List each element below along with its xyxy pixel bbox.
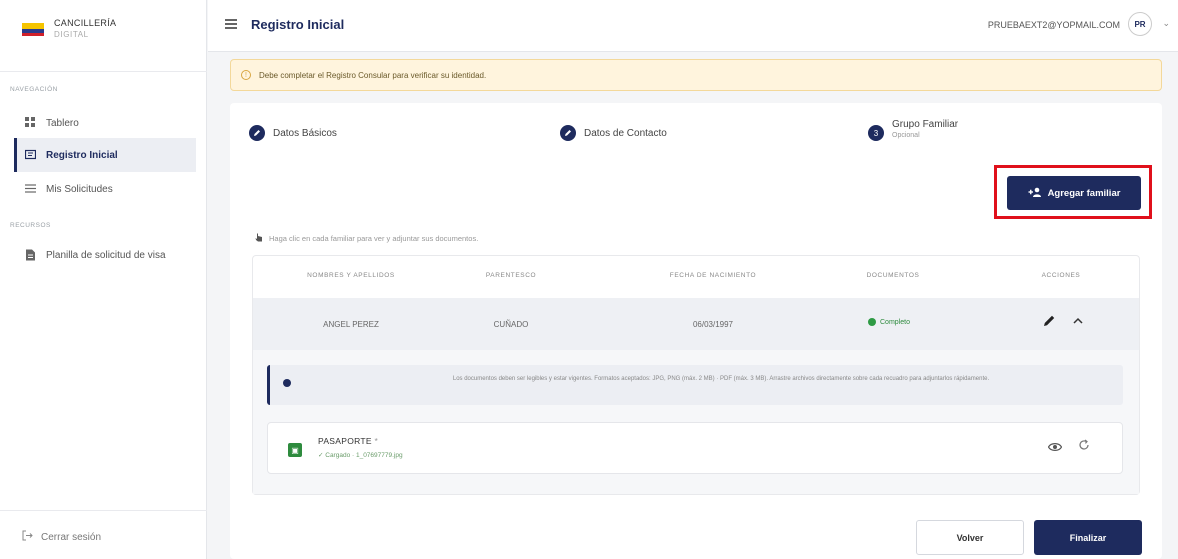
grid-icon xyxy=(24,117,36,129)
sidebar-item-label: Registro Inicial xyxy=(46,149,118,161)
info-icon xyxy=(283,379,291,387)
column-header: DOCUMENTOS xyxy=(866,272,920,279)
sidebar-item-label: Tablero xyxy=(46,117,79,129)
brand-title: CANCILLERÍA xyxy=(54,18,117,28)
required-mark: * xyxy=(374,436,379,446)
sidebar-item-mis-solicitudes[interactable]: Mis Solicitudes xyxy=(14,172,196,206)
logout-button[interactable]: Cerrar sesión xyxy=(22,530,101,544)
document-status: ✓ Cargado · 1_07697779.jpg xyxy=(318,452,403,459)
eye-icon[interactable] xyxy=(1047,441,1063,455)
user-email[interactable]: PRUEBAEXT2@YOPMAIL.COM xyxy=(988,20,1120,30)
add-person-icon xyxy=(1028,187,1042,200)
column-header: NOMBRES Y APELLIDOS xyxy=(307,272,395,279)
back-button[interactable]: Volver xyxy=(916,520,1024,555)
info-circle-icon: ! xyxy=(241,70,251,80)
brand-subtitle: DIGITAL xyxy=(54,30,89,39)
sidebar-divider xyxy=(0,71,207,72)
family-table: NOMBRES Y APELLIDOS PARENTESCO FECHA DE … xyxy=(252,255,1140,495)
hint-text: Haga clic en cada familiar para ver y ad… xyxy=(269,234,479,243)
avatar[interactable]: PR xyxy=(1128,12,1152,36)
sidebar-item-label: Mis Solicitudes xyxy=(46,183,113,195)
document-icon xyxy=(24,249,36,261)
flag-icon xyxy=(22,19,44,39)
menu-icon[interactable] xyxy=(225,19,237,29)
document-title-text: PASAPORTE xyxy=(318,436,372,446)
table-row[interactable]: ANGEL PEREZ CUÑADO 06/03/1997 Completo xyxy=(253,298,1139,350)
chevron-down-icon[interactable]: ⌄ xyxy=(1162,18,1170,29)
pencil-icon xyxy=(249,125,265,141)
step-label: Datos Básicos xyxy=(273,128,337,139)
alert-text: Debe completar el Registro Consular para… xyxy=(259,70,487,80)
status-text: Completo xyxy=(880,318,910,326)
info-banner: Los documentos deben ser legibles y esta… xyxy=(267,365,1123,405)
edit-icon[interactable] xyxy=(1043,314,1056,330)
step-label: Grupo Familiar xyxy=(892,119,959,130)
chevron-up-icon[interactable] xyxy=(1073,316,1083,327)
sidebar-bottom-divider xyxy=(0,510,207,511)
document-title: PASAPORTE * xyxy=(318,436,378,446)
resources-section-label: RECURSOS xyxy=(10,222,51,229)
sidebar-item-registro-inicial[interactable]: Registro Inicial xyxy=(14,138,196,172)
list-icon xyxy=(24,183,36,195)
step-datos-contacto[interactable]: Datos de Contacto xyxy=(560,125,667,141)
step-grupo-familiar[interactable]: 3 Grupo Familiar Opcional xyxy=(868,119,958,141)
sidebar-item-tablero[interactable]: Tablero xyxy=(14,106,196,140)
add-family-button[interactable]: Agregar familiar xyxy=(1007,176,1141,210)
column-header: ACCIONES xyxy=(1041,272,1081,279)
column-header: FECHA DE NACIMIENTO xyxy=(669,272,757,279)
column-header: PARENTESCO xyxy=(485,272,537,279)
nav-section-label: NAVEGACIÓN xyxy=(10,86,58,93)
table-header: NOMBRES Y APELLIDOS PARENTESCO FECHA DE … xyxy=(253,256,1139,298)
sidebar: CANCILLERÍA DIGITAL NAVEGACIÓN Tablero R… xyxy=(0,0,207,559)
table-hint: Haga clic en cada familiar para ver y ad… xyxy=(255,233,478,244)
finish-button[interactable]: Finalizar xyxy=(1034,520,1142,555)
step-number: 3 xyxy=(868,125,884,141)
step-datos-basicos[interactable]: Datos Básicos xyxy=(249,125,337,141)
replace-icon[interactable] xyxy=(1078,439,1090,454)
cell-relationship: CUÑADO xyxy=(493,320,529,329)
logout-icon xyxy=(22,530,33,544)
step-label: Datos de Contacto xyxy=(584,128,667,139)
pointer-icon xyxy=(255,233,263,244)
sidebar-item-label: Planilla de solicitud de visa xyxy=(46,249,166,261)
cell-name: ANGEL PEREZ xyxy=(323,320,379,329)
cell-birth-date: 06/03/1997 xyxy=(692,320,734,329)
id-card-icon xyxy=(24,149,36,161)
page-title: Registro Inicial xyxy=(251,17,345,32)
status-badge: Completo xyxy=(868,318,910,326)
row-details: Los documentos deben ser legibles y esta… xyxy=(253,350,1139,494)
document-card-pasaporte[interactable]: ▣ PASAPORTE * ✓ Cargado · 1_07697779.jpg xyxy=(267,422,1123,474)
step-sublabel: Opcional xyxy=(892,132,920,139)
logout-label: Cerrar sesión xyxy=(41,531,102,543)
pencil-icon xyxy=(560,125,576,141)
add-family-label: Agregar familiar xyxy=(1047,187,1121,199)
brand-logo[interactable]: CANCILLERÍA DIGITAL xyxy=(22,18,116,40)
top-bar: Registro Inicial PRUEBAEXT2@YOPMAIL.COM … xyxy=(208,0,1178,52)
info-text: Los documentos deben ser legibles y esta… xyxy=(452,376,990,382)
sidebar-item-planilla-visa[interactable]: Planilla de solicitud de visa xyxy=(14,238,196,272)
image-file-icon: ▣ xyxy=(288,443,302,457)
warning-alert: ! Debe completar el Registro Consular pa… xyxy=(230,59,1162,91)
check-circle-icon xyxy=(868,318,876,326)
